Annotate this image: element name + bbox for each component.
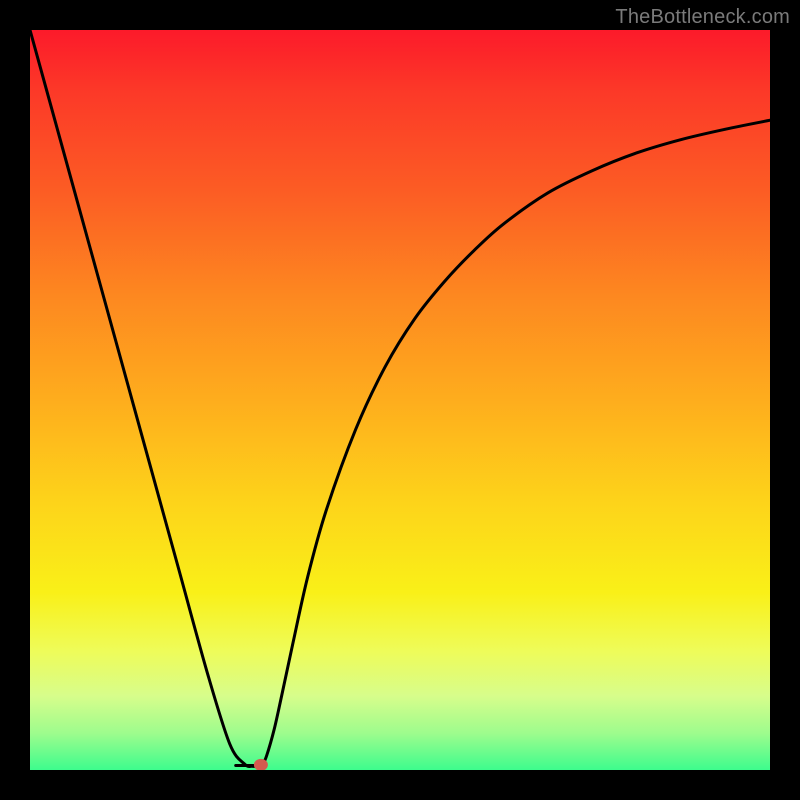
chart-frame: TheBottleneck.com	[0, 0, 800, 800]
plot-area	[30, 30, 770, 770]
watermark-text: TheBottleneck.com	[615, 6, 790, 29]
bottleneck-curve	[30, 30, 770, 766]
curve-svg	[30, 30, 770, 770]
